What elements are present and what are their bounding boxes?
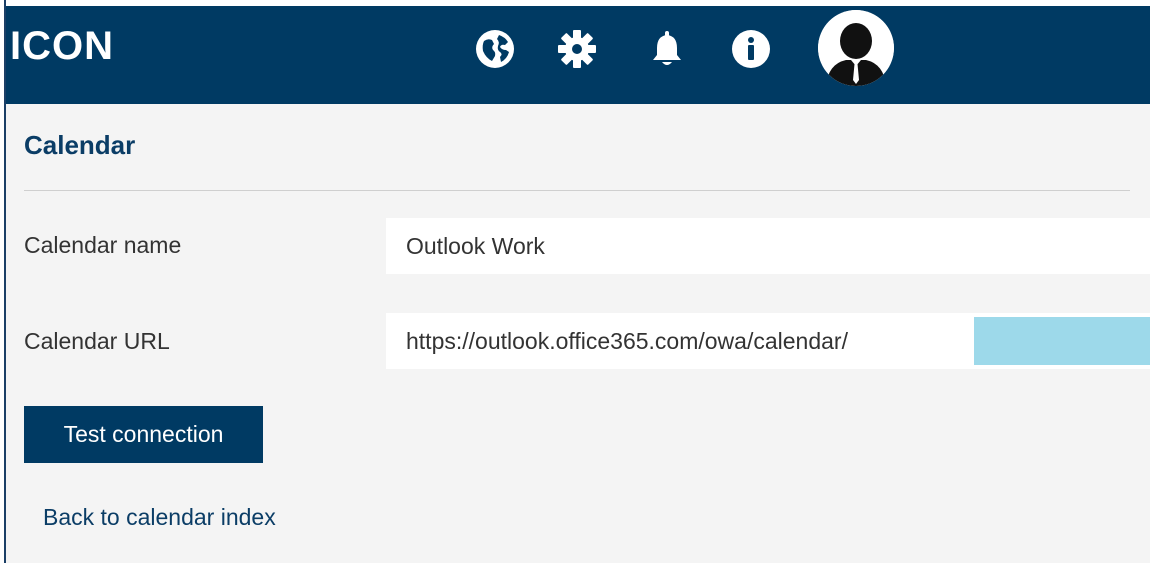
globe-icon[interactable] (474, 28, 516, 70)
calendar-name-label: Calendar name (24, 232, 182, 258)
test-connection-button[interactable]: Test connection (24, 406, 263, 463)
back-to-calendar-index-link[interactable]: Back to calendar index (43, 504, 276, 531)
calendar-name-field[interactable]: Outlook Work (386, 218, 1150, 274)
bell-icon[interactable] (646, 28, 688, 70)
gear-icon[interactable] (556, 28, 598, 70)
calendar-url-label: Calendar URL (24, 328, 170, 354)
app-window: ICON Calendar Calendar name Outlook Work… (0, 0, 1150, 563)
top-navigation-bar: ICON (6, 6, 1150, 104)
info-icon[interactable] (730, 28, 772, 70)
user-avatar[interactable] (818, 10, 894, 86)
calendar-settings-panel: Calendar Calendar name Outlook Work Cale… (6, 104, 1150, 563)
divider (24, 190, 1130, 191)
redacted-url-segment (974, 317, 1150, 365)
page-title: Calendar (24, 130, 136, 160)
app-logo[interactable]: ICON (10, 24, 114, 69)
